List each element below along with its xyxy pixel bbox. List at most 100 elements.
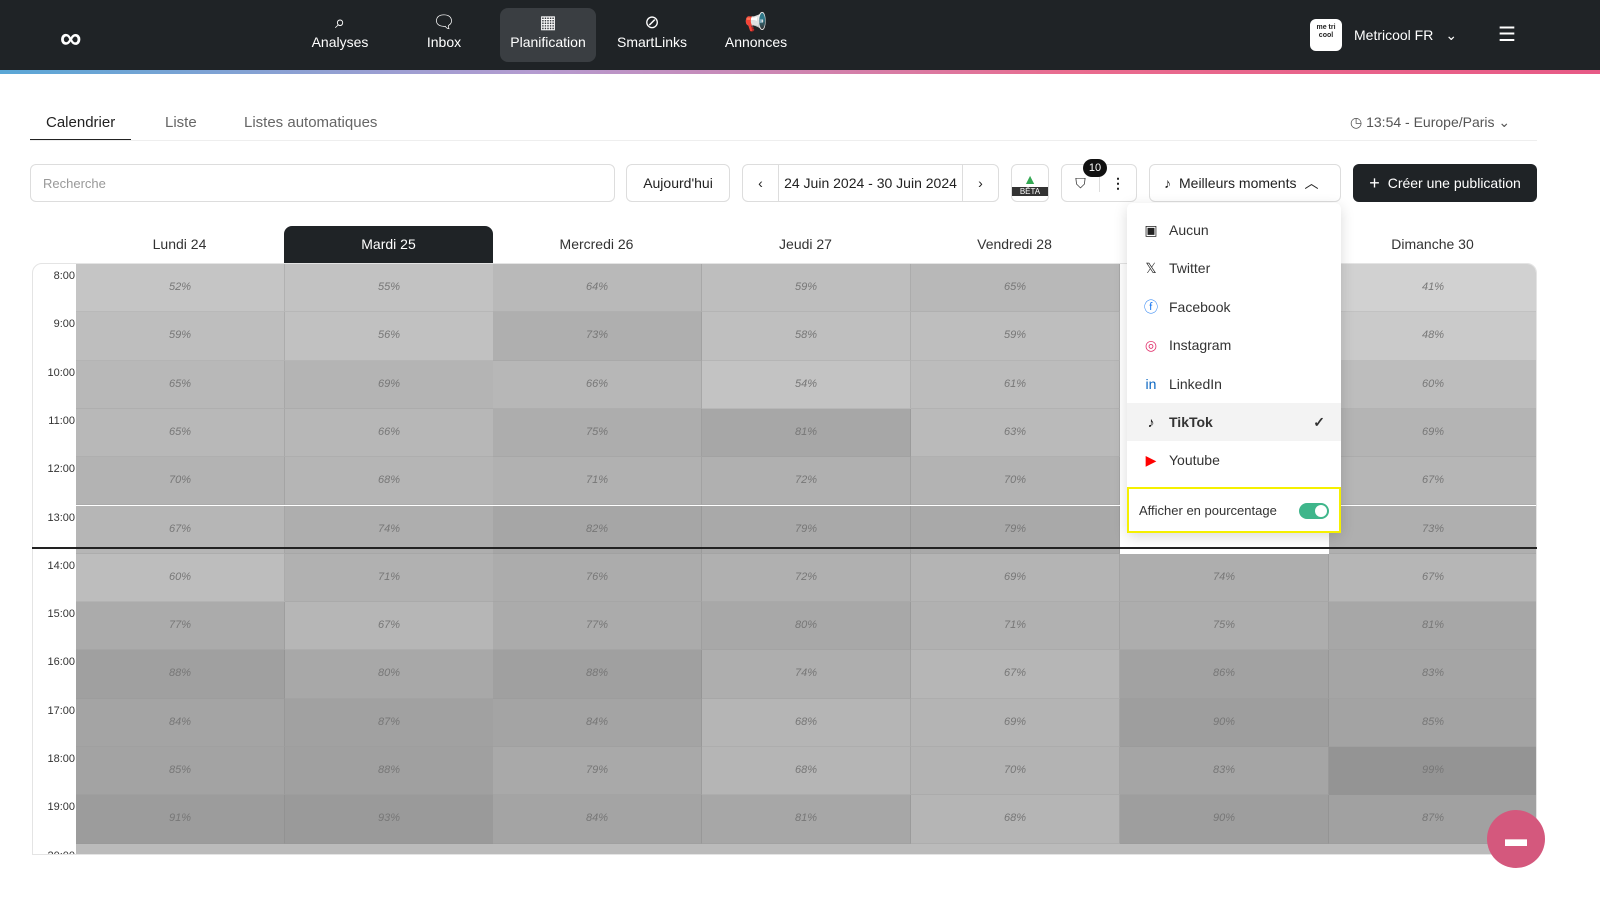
tab-liste[interactable]: Liste — [165, 114, 197, 131]
dropdown-item-facebook[interactable]: ⓕ Facebook — [1127, 288, 1341, 326]
dropdown-item-twitter[interactable]: 𝕏 Twitter — [1127, 249, 1341, 287]
day-header[interactable]: Lundi 24 — [75, 226, 284, 263]
heatmap-cell[interactable]: 65% — [911, 264, 1120, 313]
heatmap-cell[interactable]: 72% — [702, 553, 911, 603]
heatmap-cell[interactable]: 65% — [76, 360, 285, 409]
heatmap-cell[interactable]: 83% — [1329, 650, 1536, 699]
heatmap-cell[interactable]: 68% — [285, 457, 494, 506]
heatmap-cell[interactable]: 77% — [493, 602, 702, 651]
metricool-logo[interactable]: ∞ — [60, 22, 81, 56]
heatmap-cell[interactable]: 83% — [1120, 747, 1329, 796]
today-button[interactable]: Aujourd'hui — [626, 164, 730, 202]
nav-smartlinks[interactable]: ⊘ SmartLinks — [604, 8, 700, 62]
heatmap-cell[interactable]: 75% — [493, 408, 702, 458]
heatmap-cell[interactable]: 72% — [702, 457, 911, 506]
day-header[interactable]: Mardi 25 — [284, 226, 493, 263]
heatmap-cell[interactable]: 71% — [911, 602, 1120, 651]
search-input[interactable]: Recherche — [30, 164, 615, 202]
heatmap-cell[interactable]: 69% — [911, 698, 1120, 747]
google-drive-button[interactable]: ▲ BÊTA — [1011, 164, 1049, 202]
heatmap-cell[interactable]: 88% — [493, 650, 702, 699]
percentage-toggle[interactable] — [1299, 503, 1329, 519]
heatmap-cell[interactable]: 67% — [911, 650, 1120, 699]
day-header[interactable]: Mercredi 26 — [492, 226, 701, 263]
heatmap-cell[interactable]: 90% — [1120, 795, 1329, 844]
heatmap-cell[interactable]: 66% — [493, 360, 702, 409]
previous-week-button[interactable]: ‹ — [743, 165, 779, 201]
heatmap-cell[interactable]: 55% — [285, 264, 494, 313]
heatmap-cell[interactable]: 68% — [911, 795, 1120, 844]
heatmap-cell[interactable]: 69% — [911, 553, 1120, 603]
heatmap-cell[interactable]: 80% — [285, 650, 494, 699]
heatmap-cell[interactable]: 87% — [285, 698, 494, 747]
heatmap-cell[interactable]: 68% — [702, 698, 911, 747]
next-week-button[interactable]: › — [962, 165, 998, 201]
dropdown-item-linkedin[interactable]: in LinkedIn — [1127, 365, 1341, 403]
heatmap-cell[interactable]: 70% — [911, 457, 1120, 506]
heatmap-cell[interactable]: 81% — [702, 795, 911, 844]
day-header[interactable]: Dimanche 30 — [1328, 226, 1537, 263]
account-switcher[interactable]: me tri cool Metricool FR ⌄ — [1310, 19, 1457, 51]
timezone-selector[interactable]: ◷ 13:54 - Europe/Paris ⌄ — [1350, 114, 1510, 131]
nav-inbox[interactable]: 🗨 Inbox — [396, 8, 492, 62]
heatmap-cell[interactable]: 93% — [285, 795, 494, 844]
heatmap-cell[interactable]: 59% — [911, 312, 1120, 361]
percentage-toggle-row[interactable]: Afficher en pourcentage — [1127, 487, 1341, 533]
heatmap-cell[interactable]: 64% — [493, 264, 702, 313]
heatmap-cell[interactable]: 70% — [76, 457, 285, 506]
heatmap-cell[interactable]: 84% — [76, 698, 285, 747]
heatmap-cell[interactable]: 67% — [1329, 457, 1536, 506]
heatmap-cell[interactable]: 90% — [1120, 698, 1329, 747]
heatmap-cell[interactable]: 68% — [702, 747, 911, 796]
nav-planification[interactable]: ▦ Planification — [500, 8, 596, 62]
dropdown-item-instagram[interactable]: ◎ Instagram — [1127, 326, 1341, 364]
heatmap-cell[interactable]: 81% — [702, 408, 911, 458]
heatmap-cell[interactable]: 76% — [493, 553, 702, 603]
dropdown-item-aucun[interactable]: ▣ Aucun — [1127, 211, 1341, 249]
heatmap-cell[interactable]: 48% — [1329, 312, 1536, 361]
heatmap-cell[interactable]: 69% — [285, 360, 494, 409]
heatmap-cell[interactable]: 91% — [76, 795, 285, 844]
heatmap-cell[interactable]: 75% — [1120, 602, 1329, 651]
heatmap-cell[interactable]: 86% — [1120, 650, 1329, 699]
chat-support-button[interactable]: ▬ — [1487, 810, 1545, 868]
heatmap-cell[interactable]: 77% — [76, 602, 285, 651]
hamburger-menu-icon[interactable]: ☰ — [1498, 22, 1516, 47]
heatmap-cell[interactable]: 99% — [1329, 747, 1536, 796]
heatmap-cell[interactable]: 56% — [285, 312, 494, 361]
heatmap-cell[interactable]: 54% — [702, 360, 911, 409]
heatmap-cell[interactable]: 67% — [1329, 553, 1536, 603]
heatmap-cell[interactable]: 59% — [702, 264, 911, 313]
heatmap-cell[interactable]: 58% — [702, 312, 911, 361]
heatmap-cell[interactable]: 71% — [493, 457, 702, 506]
heatmap-cell[interactable]: 88% — [76, 650, 285, 699]
nav-analyses[interactable]: ⌕ Analyses — [292, 8, 388, 62]
heatmap-cell[interactable]: 74% — [1120, 553, 1329, 603]
heatmap-cell[interactable]: 88% — [285, 747, 494, 796]
heatmap-cell[interactable]: 81% — [1329, 602, 1536, 651]
heatmap-cell[interactable]: 65% — [76, 408, 285, 458]
heatmap-cell[interactable]: 52% — [76, 264, 285, 313]
heatmap-cell[interactable]: 74% — [702, 650, 911, 699]
best-times-dropdown[interactable]: ♪ Meilleurs moments ︿ — [1149, 164, 1341, 202]
create-post-button[interactable]: + Créer une publication — [1353, 164, 1537, 202]
heatmap-cell[interactable]: 61% — [911, 360, 1120, 409]
heatmap-cell[interactable]: 85% — [1329, 698, 1536, 747]
heatmap-cell[interactable]: 60% — [76, 553, 285, 603]
day-header[interactable]: Vendredi 28 — [910, 226, 1119, 263]
dropdown-item-youtube[interactable]: ▶ Youtube — [1127, 441, 1341, 479]
heatmap-cell[interactable]: 84% — [493, 795, 702, 844]
filter-icon[interactable]: ⛉ — [1062, 175, 1099, 192]
heatmap-cell[interactable]: 79% — [493, 747, 702, 796]
heatmap-cell[interactable]: 80% — [702, 602, 911, 651]
heatmap-cell[interactable]: 41% — [1329, 264, 1536, 313]
tab-listes-automatiques[interactable]: Listes automatiques — [244, 114, 377, 131]
more-options-icon[interactable]: ⋮ — [1098, 174, 1136, 192]
nav-annonces[interactable]: 📢 Annonces — [708, 8, 804, 62]
heatmap-cell[interactable]: 63% — [911, 408, 1120, 458]
heatmap-cell[interactable]: 73% — [493, 312, 702, 361]
dropdown-item-tiktok[interactable]: ♪ TikTok ✓ — [1127, 403, 1341, 441]
heatmap-cell[interactable]: 67% — [285, 602, 494, 651]
heatmap-cell[interactable]: 85% — [76, 747, 285, 796]
heatmap-cell[interactable]: 66% — [285, 408, 494, 458]
